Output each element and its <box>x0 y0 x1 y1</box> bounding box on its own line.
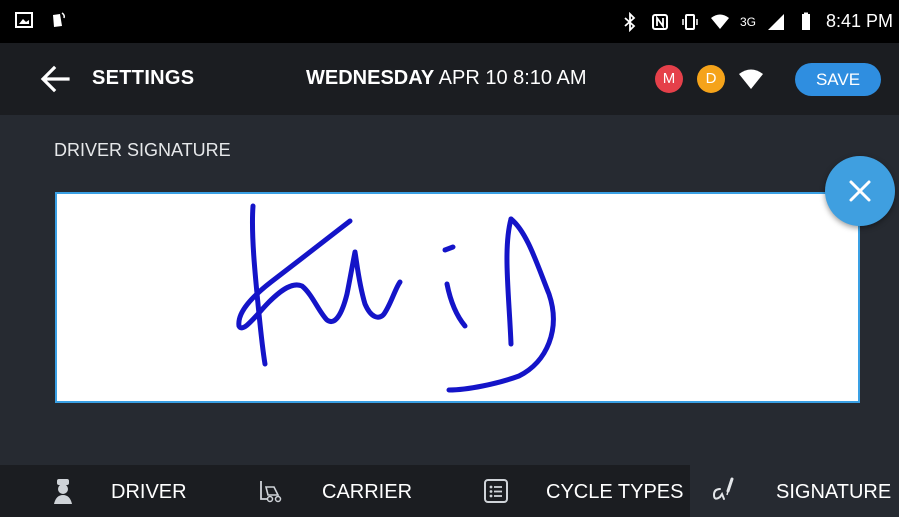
tab-driver-label: DRIVER <box>111 481 187 503</box>
avatar-m[interactable]: M <box>655 65 683 93</box>
wifi-icon[interactable] <box>738 67 764 91</box>
page-title: SETTINGS <box>92 67 195 89</box>
signature-pad[interactable] <box>55 192 860 403</box>
vibrate-icon <box>682 13 698 30</box>
notification-icon <box>53 12 65 27</box>
signature-icon <box>712 477 734 500</box>
status-bar: 3G 8:41 PM <box>0 0 899 43</box>
forklift-icon <box>260 481 282 503</box>
wifi-status-icon <box>710 14 729 29</box>
tab-cycle-types-label: CYCLE TYPES <box>546 481 684 503</box>
day-label: WEDNESDAY <box>306 67 435 89</box>
clear-signature-button[interactable] <box>825 156 895 226</box>
tab-driver[interactable]: DRIVER <box>0 465 240 517</box>
network-type: 3G <box>739 14 756 29</box>
signature-drawing <box>236 203 556 393</box>
avatar-d[interactable]: D <box>697 65 725 93</box>
back-arrow-icon[interactable] <box>38 62 72 96</box>
list-icon <box>484 479 508 503</box>
tab-signature[interactable]: SIGNATURE <box>690 465 899 517</box>
tab-signature-label: SIGNATURE <box>776 481 892 503</box>
bottom-tab-bar: DRIVER CARRIER CYCLE TYPES SIGNATURE <box>0 465 899 517</box>
battery-icon <box>801 12 810 30</box>
section-label: DRIVER SIGNATURE <box>54 140 231 160</box>
tab-carrier[interactable]: CARRIER <box>240 465 460 517</box>
clock: 8:41 PM <box>825 11 893 31</box>
bluetooth-icon <box>624 11 636 32</box>
date-time-label: APR 10 8:10 AM <box>438 67 587 89</box>
tab-carrier-label: CARRIER <box>322 481 413 503</box>
close-icon <box>849 180 871 202</box>
current-datetime: WEDNESDAY APR 10 8:10 AM <box>306 67 587 90</box>
signal-icon <box>767 13 784 30</box>
driver-icon <box>54 479 72 504</box>
save-button[interactable]: SAVE <box>795 63 881 96</box>
tab-cycle-types[interactable]: CYCLE TYPES <box>460 465 690 517</box>
gallery-icon <box>15 12 33 28</box>
nfc-icon <box>651 13 668 30</box>
app-bar: SETTINGS WEDNESDAY APR 10 8:10 AM M D SA… <box>0 43 899 115</box>
